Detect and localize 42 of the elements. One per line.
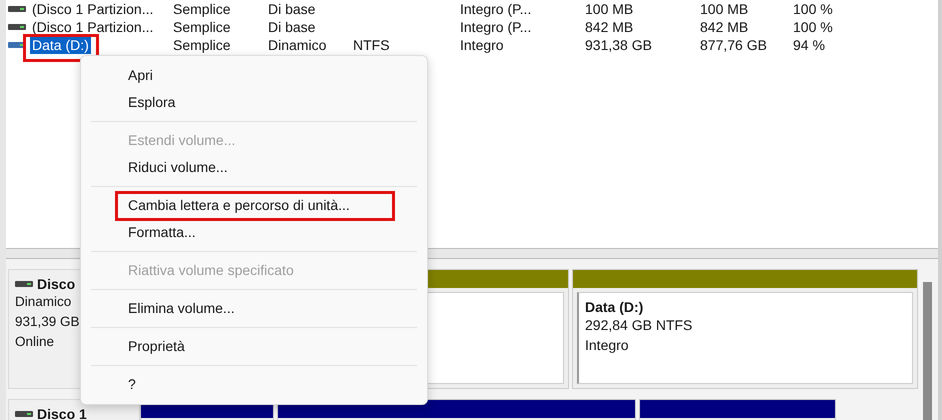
table-cell: 877,76 GB <box>700 37 767 53</box>
drive-icon <box>15 410 33 418</box>
partition-panel[interactable]: Data (D:) 292,84 GB NTFS Integro <box>577 292 913 384</box>
drive-icon <box>8 5 26 13</box>
menu-item[interactable]: Proprietà <box>81 333 427 360</box>
menu-item[interactable]: Riduci volume... <box>81 154 427 181</box>
table-cell: 842 MB <box>700 19 748 35</box>
disk-info: 931,39 GB <box>15 313 81 331</box>
table-cell: Di base <box>268 19 316 35</box>
menu-item[interactable]: Formatta... <box>81 219 427 246</box>
table-cell: Semplice <box>173 19 231 35</box>
menu-item[interactable]: Elimina volume... <box>81 295 427 322</box>
partition-info: Integro <box>585 336 630 355</box>
menu-item[interactable]: Esplora <box>81 89 427 116</box>
table-cell: 100 % <box>793 19 833 35</box>
disk-name: Disco 1 <box>37 406 87 420</box>
table-cell: Semplice <box>173 37 231 53</box>
table-cell: 94 % <box>793 37 825 53</box>
volume-name[interactable]: Data (D:) <box>30 36 91 54</box>
table-cell: 100 MB <box>585 1 634 17</box>
scrollbar[interactable] <box>923 282 932 420</box>
drive-icon <box>15 280 33 288</box>
menu-item[interactable]: Cambia lettera e percorso di unità... <box>81 192 427 219</box>
menu-item[interactable]: ? <box>81 371 427 398</box>
menu-item[interactable]: Apri <box>81 62 427 89</box>
table-cell: Integro (P... <box>460 19 532 35</box>
disk-name: Disco <box>37 276 76 292</box>
table-cell: NTFS <box>353 37 390 53</box>
table-cell: 100 MB <box>700 1 748 17</box>
table-cell: 842 MB <box>585 19 634 35</box>
drive-icon <box>8 23 26 31</box>
table-cell: Integro (P... <box>460 1 532 17</box>
table-cell: Semplice <box>173 1 231 17</box>
table-cell: Di base <box>268 1 316 17</box>
table-cell: Integro <box>460 37 504 53</box>
table-cell: Dinamico <box>268 37 326 53</box>
volume-name[interactable]: (Disco 1 Partizion... <box>30 18 156 36</box>
table-cell: 100 % <box>793 1 833 17</box>
partition-info: 292,84 GB NTFS <box>585 316 694 335</box>
table-cell: 931,38 GB <box>585 37 652 53</box>
partition-title: Data (D:) <box>585 299 644 315</box>
volume-name[interactable]: (Disco 1 Partizion... <box>30 0 156 18</box>
